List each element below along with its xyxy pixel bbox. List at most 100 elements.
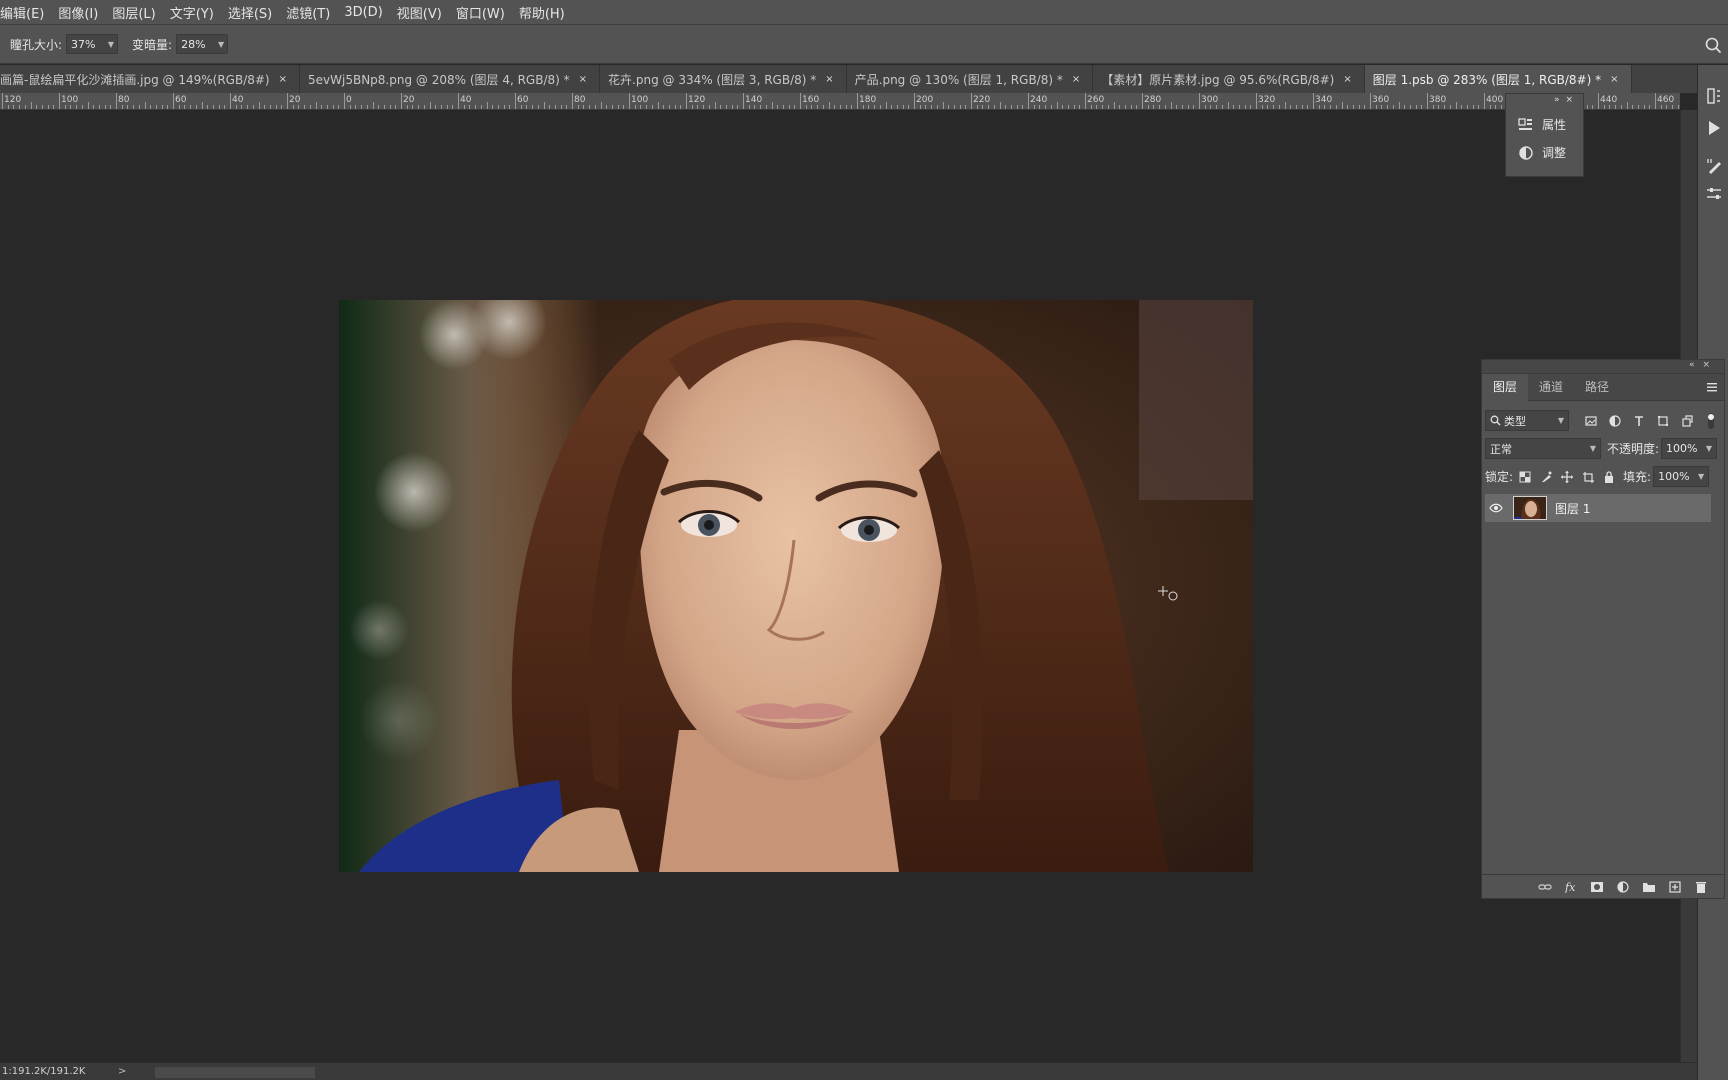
search-icon[interactable] (1704, 36, 1722, 54)
type-filter-icon[interactable] (1627, 413, 1651, 429)
tab-channels[interactable]: 通道 (1528, 374, 1574, 401)
ruler-minor-tick (691, 105, 693, 109)
tab-document-4[interactable]: 产品.png @ 130% (图层 1, RGB/8) * × (847, 65, 1094, 93)
ruler-minor-tick (41, 105, 43, 109)
ruler-minor-tick (486, 102, 488, 109)
shape-filter-icon[interactable] (1651, 413, 1675, 429)
filter-kind-select[interactable]: 类型 ▼ (1485, 410, 1569, 431)
history-icon[interactable] (1705, 87, 1723, 105)
menu-filter[interactable]: 滤镜(T) (279, 3, 337, 22)
tab-document-1[interactable]: 画篇-鼠绘扁平化沙滩插画.jpg @ 149%(RGB/8#) × (0, 65, 301, 93)
ruler-minor-tick (1324, 105, 1326, 109)
blend-mode-select[interactable]: 正常 ▼ (1485, 438, 1601, 459)
add-mask-icon[interactable] (1584, 881, 1610, 893)
ruler-minor-tick (53, 105, 55, 109)
ruler-major-tick (1199, 93, 1200, 109)
tab-document-5[interactable]: 【素材】原片素材.jpg @ 95.6%(RGB/8#) × (1093, 65, 1365, 93)
ruler-minor-tick (1592, 105, 1594, 109)
sliders-icon[interactable] (1705, 185, 1723, 203)
filter-toggle-icon[interactable] (1699, 412, 1723, 429)
ruler-minor-tick (1626, 102, 1628, 109)
ruler-major-tick (1427, 93, 1428, 109)
menu-select[interactable]: 选择(S) (221, 3, 279, 22)
horizontal-ruler[interactable]: 120 100 80 60 40 20 0 20 40 60 80 100 120 140 160 180 20… (0, 93, 1680, 110)
layer-style-icon[interactable]: fx (1558, 881, 1584, 893)
panel-controls[interactable]: »× (1554, 95, 1579, 105)
ruler-minor-tick (435, 105, 437, 109)
close-icon[interactable]: × (279, 74, 287, 85)
ruler-minor-tick (1472, 105, 1474, 109)
chevron-down-icon[interactable]: ▼ (218, 40, 224, 49)
lock-paint-icon[interactable] (1540, 471, 1552, 483)
new-group-icon[interactable] (1636, 881, 1662, 893)
tab-document-2[interactable]: 5evWj5BNp8.png @ 208% (图层 4, RGB/8) * × (300, 65, 601, 93)
menu-view[interactable]: 视图(V) (390, 3, 449, 22)
ruler-minor-tick (1609, 105, 1611, 109)
new-adjustment-icon[interactable] (1610, 880, 1636, 893)
darken-amount-field[interactable]: 28% ▼ (176, 34, 229, 54)
close-icon[interactable]: × (579, 74, 587, 85)
adjustments-button[interactable]: 调整 (1518, 144, 1566, 161)
tab-document-3[interactable]: 花卉.png @ 334% (图层 3, RGB/8) * × (600, 65, 847, 93)
visibility-toggle[interactable] (1485, 503, 1507, 513)
ruler-minor-tick (668, 105, 670, 109)
lock-position-icon[interactable] (1561, 470, 1574, 483)
brush-settings-icon[interactable] (1705, 157, 1723, 175)
close-icon[interactable]: × (1343, 74, 1351, 85)
document-tabs: 画篇-鼠绘扁平化沙滩插画.jpg @ 149%(RGB/8#) × 5evWj5… (0, 65, 1697, 93)
pupil-size-field[interactable]: 37% ▼ (66, 34, 119, 54)
opacity-field[interactable]: 100% ▼ (1661, 438, 1718, 459)
ruler-minor-tick (1244, 105, 1246, 109)
adjustment-filter-icon[interactable] (1603, 413, 1627, 429)
menu-help[interactable]: 帮助(H) (512, 3, 572, 22)
fill-field[interactable]: 100% ▼ (1653, 466, 1710, 487)
menu-window[interactable]: 窗口(W) (449, 3, 512, 22)
ruler-minor-tick (503, 105, 505, 109)
panel-menu-icon[interactable] (1706, 381, 1718, 393)
menu-type[interactable]: 文字(Y) (163, 3, 221, 22)
tab-paths[interactable]: 路径 (1574, 374, 1620, 401)
menu-layer[interactable]: 图层(L) (105, 3, 162, 22)
menu-3d[interactable]: 3D(D) (337, 5, 389, 20)
tab-layers[interactable]: 图层 (1482, 373, 1529, 401)
layer-filter-row: 类型 ▼ (1485, 410, 1723, 431)
properties-button[interactable]: 属性 (1518, 116, 1566, 133)
play-icon[interactable] (1705, 119, 1723, 137)
ruler-minor-tick (953, 105, 955, 109)
ruler-minor-tick (817, 105, 819, 109)
close-icon[interactable]: × (1610, 74, 1618, 85)
ruler-minor-tick (87, 102, 89, 109)
chevron-down-icon[interactable]: ▼ (108, 40, 114, 49)
ruler-minor-tick (372, 102, 374, 109)
lock-transparent-icon[interactable] (1519, 471, 1531, 483)
layer-row[interactable]: 图层 1 (1485, 494, 1711, 522)
ruler-minor-tick (988, 105, 990, 109)
panel-header-controls[interactable]: «× (1482, 360, 1724, 374)
lock-artboard-icon[interactable] (1582, 471, 1595, 483)
horizontal-scrollbar[interactable] (155, 1067, 315, 1078)
ruler-minor-tick (1153, 105, 1155, 109)
tab-document-active[interactable]: 图层 1.psb @ 283% (图层 1, RGB/8#) * × (1364, 65, 1632, 93)
menu-edit[interactable]: 编辑(E) (0, 3, 51, 22)
pixel-filter-icon[interactable] (1579, 413, 1603, 429)
ruler-minor-tick (275, 105, 277, 109)
ruler-major-tick (1256, 93, 1257, 109)
link-layers-icon[interactable] (1532, 882, 1558, 892)
status-menu-arrow[interactable]: > (118, 1066, 126, 1077)
ruler-minor-tick (361, 105, 363, 109)
portrait-image[interactable] (339, 300, 1253, 872)
lock-all-icon[interactable] (1603, 470, 1615, 483)
ruler-minor-tick (1159, 105, 1161, 109)
ruler-label: 0 (346, 95, 352, 105)
smart-object-filter-icon[interactable] (1675, 413, 1699, 429)
ruler-minor-tick (1067, 105, 1069, 109)
delete-layer-icon[interactable] (1688, 881, 1714, 893)
ruler-minor-tick (600, 102, 602, 109)
new-layer-icon[interactable] (1662, 880, 1688, 893)
menu-image[interactable]: 图像(I) (51, 3, 105, 22)
close-icon[interactable]: × (825, 74, 833, 85)
ruler-major-tick (857, 93, 858, 109)
ruler-minor-tick (1335, 105, 1337, 109)
ruler-minor-tick (1216, 105, 1218, 109)
close-icon[interactable]: × (1072, 74, 1080, 85)
